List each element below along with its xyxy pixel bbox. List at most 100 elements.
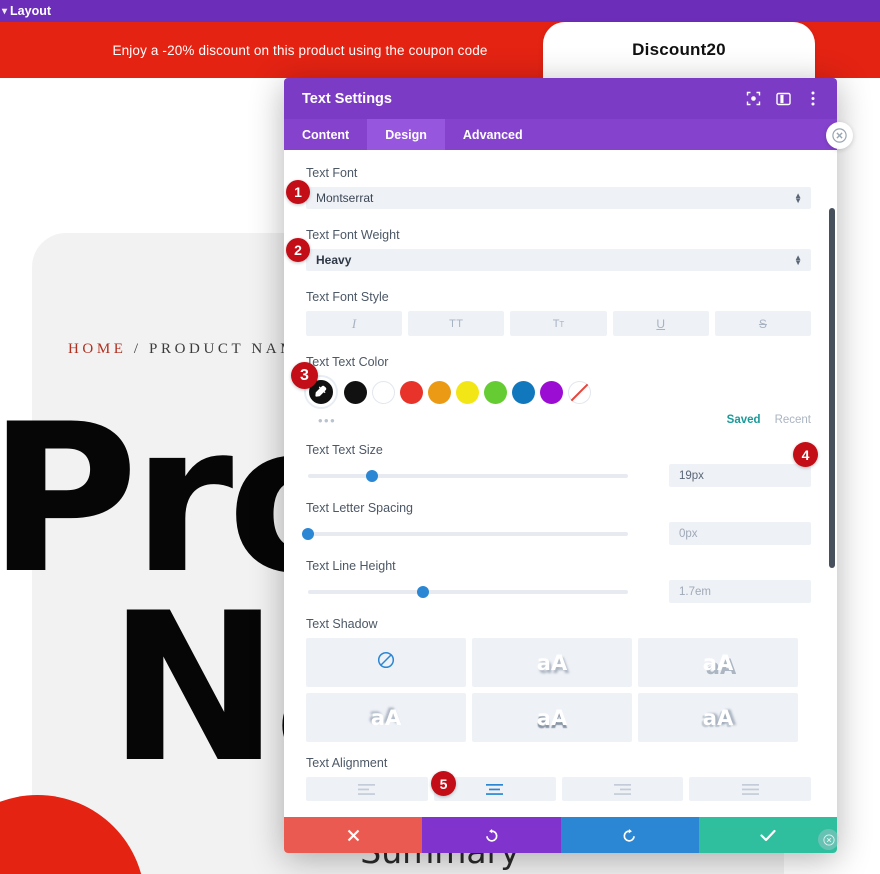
shadow-preview-glyph: aA (536, 650, 568, 675)
more-vertical-icon[interactable] (805, 91, 821, 107)
text-text-size-row: 19px (306, 464, 811, 487)
modal-body: Text Font Montserrat ▲ ▼ Text Font Weight… (284, 150, 837, 809)
text-alignment-label: Text Alignment (306, 756, 388, 770)
cancel-button[interactable] (284, 817, 423, 853)
slider-thumb[interactable] (366, 469, 378, 482)
color-swatch-white[interactable] (372, 380, 395, 404)
modal-title: Text Settings (302, 90, 392, 107)
text-shadow-bottom[interactable]: aA (472, 693, 632, 742)
text-alignment-group (306, 777, 811, 801)
text-text-size-value: 19px (679, 469, 704, 482)
text-shadow-hard[interactable]: aA (638, 638, 798, 687)
text-font-select[interactable]: Montserrat ▲ ▼ (306, 187, 811, 209)
tab-advanced-label: Advanced (462, 127, 523, 142)
redo-icon (623, 828, 635, 842)
text-letter-spacing-row: 0px (302, 522, 811, 545)
slider-thumb[interactable] (417, 585, 430, 598)
coupon-code-label: Discount20 (632, 40, 726, 59)
text-text-size-input[interactable]: 19px (669, 464, 811, 487)
color-swatch-green[interactable] (484, 380, 507, 404)
italic-button[interactable]: I (306, 311, 403, 336)
builder-topbar-label: Layout (10, 4, 52, 18)
align-justify-button[interactable] (689, 777, 811, 801)
recent-colors-tab[interactable]: Recent (775, 414, 811, 426)
text-font-style-group: I TT TT U S (306, 311, 812, 336)
modal-header: Text Settings (284, 78, 837, 119)
text-shadow-label: Text Shadow (306, 617, 378, 631)
text-letter-spacing-value: 0px (679, 527, 698, 540)
italic-glyph: I (351, 315, 357, 331)
color-swatch-orange[interactable] (428, 380, 451, 404)
text-letter-spacing-label: Text Letter Spacing (306, 501, 414, 515)
annotation-badge-2: 2 (286, 238, 310, 262)
color-swatch-black[interactable] (344, 380, 367, 404)
text-letter-spacing-input[interactable]: 0px (669, 522, 811, 545)
undo-button[interactable] (422, 817, 561, 853)
color-swatch-transparent[interactable] (568, 380, 591, 404)
undo-icon (486, 828, 498, 842)
text-text-size-label: Text Text Size (306, 443, 383, 457)
text-letter-spacing-slider[interactable] (302, 523, 628, 545)
underline-button[interactable]: U (612, 311, 709, 336)
close-icon (822, 833, 835, 846)
text-font-value: Montserrat (316, 191, 374, 205)
text-text-size-slider[interactable] (308, 465, 628, 487)
tab-advanced[interactable]: Advanced (445, 119, 541, 150)
close-icon (832, 128, 847, 143)
save-button[interactable] (698, 817, 837, 853)
underline-glyph: U (656, 316, 666, 331)
chevron-updown-icon: ▲ ▼ (794, 191, 802, 205)
modal-close-button[interactable] (826, 122, 853, 149)
shadow-preview-glyph: aA (702, 650, 734, 675)
text-font-style-label: Text Font Style (306, 290, 389, 304)
annotation-badge-3: 3 (291, 362, 318, 389)
color-swatch-blue[interactable] (512, 380, 535, 404)
annotation-badge-1: 1 (286, 180, 310, 204)
tab-content-label: Content (302, 127, 350, 142)
text-shadow-inner[interactable]: aA (306, 693, 466, 742)
builder-topbar[interactable]: ▾ Layout (0, 0, 880, 22)
more-colors-button[interactable]: ••• (318, 413, 727, 428)
breadcrumb: HOME / PRODUCT NAME (68, 341, 310, 358)
close-icon (347, 829, 359, 841)
text-font-weight-value: Heavy (316, 253, 352, 267)
color-swatch-purple[interactable] (540, 380, 563, 404)
text-line-height-input[interactable]: 1.7em (669, 580, 811, 603)
tab-content[interactable]: Content (284, 119, 367, 150)
focus-target-icon[interactable] (745, 91, 761, 107)
slider-track (308, 589, 628, 594)
color-swatch-red[interactable] (400, 380, 423, 404)
align-left-button[interactable] (306, 777, 428, 801)
text-shadow-right[interactable]: aA (638, 693, 798, 742)
slider-track (308, 473, 628, 478)
annotation-badge-5: 5 (431, 771, 456, 796)
color-swatch-yellow[interactable] (456, 380, 479, 404)
text-line-height-label: Text Line Height (306, 559, 396, 573)
redo-button[interactable] (560, 817, 699, 853)
modal-scrollbar[interactable] (829, 208, 835, 568)
shadow-preview-glyph: aA (536, 705, 568, 730)
text-font-weight-select[interactable]: Heavy ▲ ▼ (306, 249, 811, 271)
text-shadow-none[interactable] (306, 638, 466, 687)
text-shadow-soft[interactable]: aA (472, 638, 632, 687)
slider-thumb[interactable] (302, 527, 314, 540)
text-line-height-value: 1.7em (679, 585, 711, 598)
chevron-updown-icon: ▲ ▼ (794, 253, 802, 267)
strikethrough-button[interactable]: S (714, 311, 812, 336)
text-settings-modal: Text Settings Content Design Advanced Te… (284, 78, 837, 853)
uppercase-button[interactable]: TT (408, 311, 505, 336)
saved-colors-tab[interactable]: Saved (727, 414, 761, 426)
breadcrumb-home-link[interactable]: HOME (68, 341, 127, 357)
coupon-code-pill[interactable]: Discount20 (543, 22, 815, 78)
align-right-button[interactable] (561, 777, 684, 801)
shadow-preview-glyph: aA (702, 705, 734, 730)
panel-layout-icon[interactable] (775, 91, 791, 107)
capitalize-glyph: TT (552, 317, 565, 330)
secondary-close-button[interactable] (818, 829, 839, 850)
modal-action-bar (284, 817, 837, 853)
shadow-preview-glyph: aA (370, 705, 402, 730)
capitalize-button[interactable]: TT (510, 311, 607, 336)
text-line-height-slider[interactable] (308, 581, 628, 603)
annotation-badge-4: 4 (793, 442, 818, 467)
tab-design[interactable]: Design (367, 119, 445, 150)
